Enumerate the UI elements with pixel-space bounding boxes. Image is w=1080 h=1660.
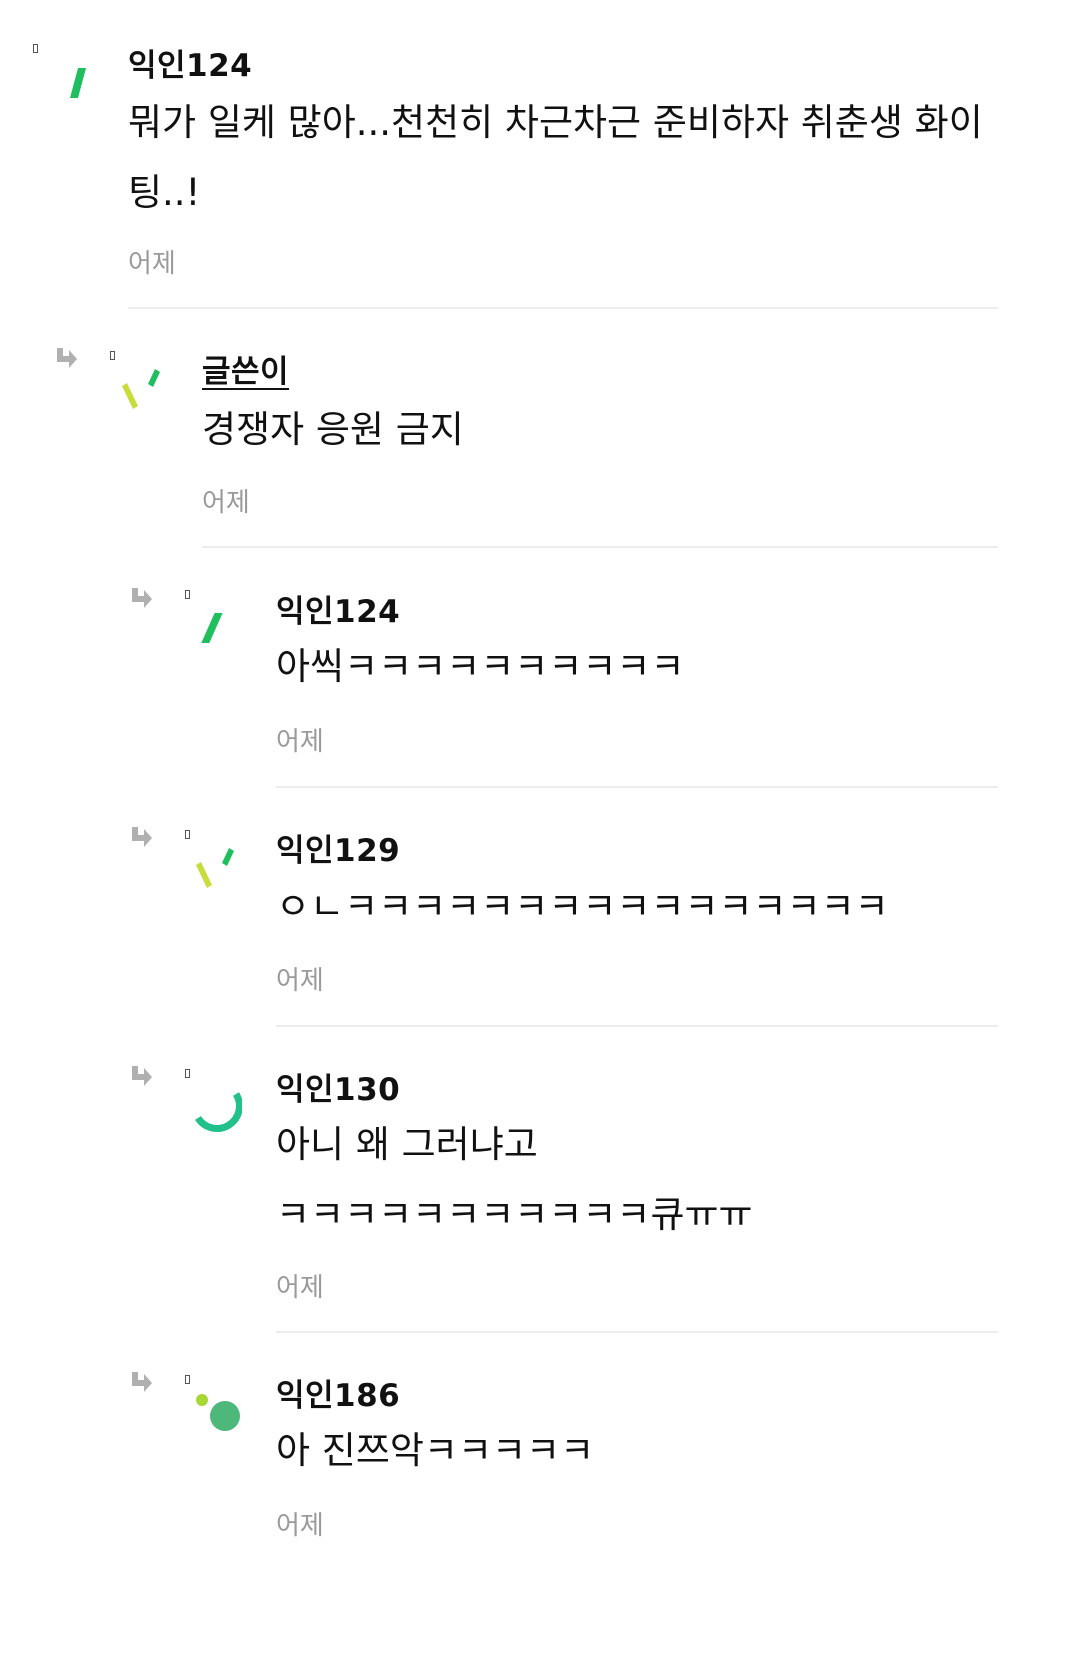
unread-marker (110, 351, 115, 360)
unread-marker (185, 590, 190, 599)
comment-body: 아 진쯔악ㅋㅋㅋㅋㅋ (276, 1429, 595, 1472)
comment-body: 아씩ㅋㅋㅋㅋㅋㅋㅋㅋㅋㅋ (276, 645, 685, 688)
comment-time: 어제 (128, 249, 176, 279)
divider (276, 1331, 998, 1333)
comment-time: 어제 (202, 488, 250, 518)
green-arc-icon (195, 1092, 242, 1132)
divider (276, 786, 998, 788)
comment-body: 경쟁자 응원 금지 (202, 408, 464, 451)
divider (202, 546, 998, 548)
comment-author-op[interactable]: 글쓴이 (202, 346, 289, 391)
check-strokes-icon (122, 369, 160, 409)
check-strokes-icon (196, 848, 234, 888)
comment-time: 어제 (276, 727, 324, 757)
unread-marker (185, 1069, 190, 1078)
green-slash-icon (70, 68, 86, 98)
comment-time: 어제 (276, 1273, 324, 1303)
comment-author[interactable]: 익인186 (276, 1370, 400, 1415)
comment-author[interactable]: 익인124 (128, 40, 252, 85)
comment-time: 어제 (276, 1511, 324, 1541)
divider (276, 1025, 998, 1027)
comment-author[interactable]: 익인129 (276, 825, 400, 870)
comment-author[interactable]: 익인124 (276, 586, 400, 631)
green-dots-icon (196, 1394, 240, 1431)
reply-arrow-icon (132, 1372, 152, 1392)
unread-marker (33, 44, 38, 53)
green-slash-icon (201, 613, 223, 643)
reply-arrow-icon (132, 588, 152, 608)
divider (128, 307, 998, 309)
comment-author[interactable]: 익인130 (276, 1064, 400, 1109)
reply-arrow-icon (132, 827, 152, 847)
comment-time: 어제 (276, 966, 324, 996)
reply-arrow-icon (132, 1066, 152, 1086)
unread-marker (185, 830, 190, 839)
reply-arrow-icon (57, 348, 77, 368)
comment-body: ㅇㄴㅋㅋㅋㅋㅋㅋㅋㅋㅋㅋㅋㅋㅋㅋㅋㅋ (276, 885, 889, 928)
comment-body: 아니 왜 그러냐고 ㅋㅋㅋㅋㅋㅋㅋㅋㅋㅋㅋ큐ㅠㅠ (276, 1123, 753, 1236)
unread-marker (185, 1375, 190, 1384)
comment-body: 뭐가 일케 많아...천천히 차근차근 준비하자 취춘생 화이팅..! (128, 101, 983, 214)
